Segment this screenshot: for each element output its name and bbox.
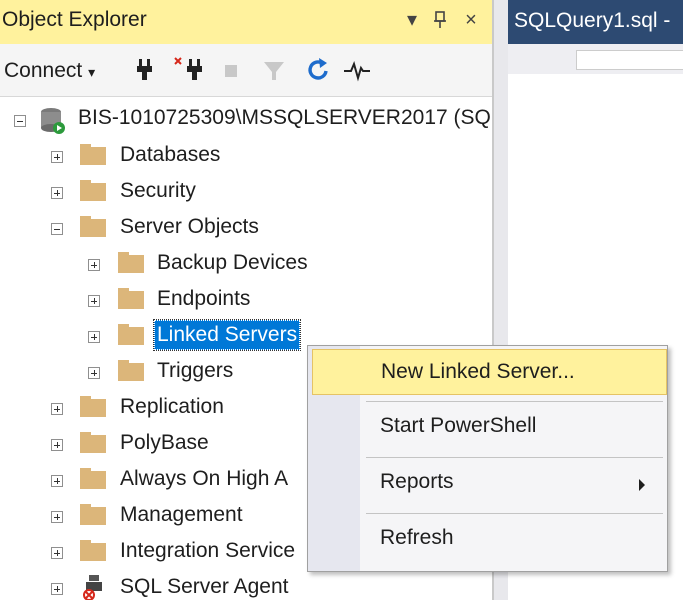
collapse-icon[interactable] bbox=[51, 223, 63, 235]
expand-icon[interactable] bbox=[51, 475, 63, 487]
tree-node-endpoints[interactable]: Endpoints bbox=[0, 283, 492, 317]
folder-icon bbox=[118, 252, 144, 273]
refresh-icon[interactable] bbox=[306, 55, 332, 85]
tree-node-label: Server Objects bbox=[120, 215, 259, 238]
expand-icon[interactable] bbox=[51, 583, 63, 595]
editor-navigation-bar[interactable] bbox=[576, 50, 683, 70]
folder-icon bbox=[80, 396, 106, 417]
menu-item-label: Reports bbox=[380, 470, 454, 493]
server-database-icon bbox=[41, 108, 65, 134]
context-menu: New Linked Server... Start PowerShell Re… bbox=[307, 345, 668, 572]
expand-icon[interactable] bbox=[51, 439, 63, 451]
tree-node-databases[interactable]: Databases bbox=[0, 139, 492, 173]
menu-separator bbox=[366, 401, 663, 402]
folder-icon bbox=[80, 468, 106, 489]
tree-node-label: Endpoints bbox=[157, 287, 251, 310]
stop-icon[interactable] bbox=[222, 55, 240, 85]
disconnect-plug-icon[interactable] bbox=[172, 55, 206, 85]
window-position-dropdown-icon[interactable]: ▾ bbox=[400, 6, 424, 34]
menu-item-refresh[interactable]: Refresh bbox=[308, 518, 667, 564]
editor-header-strip bbox=[508, 44, 683, 74]
menu-item-label: New Linked Server... bbox=[381, 360, 575, 383]
tree-node-label: Integration Service bbox=[120, 539, 296, 562]
tree-node-label: Triggers bbox=[157, 359, 234, 382]
tree-node-label: Backup Devices bbox=[157, 251, 308, 274]
connect-plug-icon[interactable] bbox=[134, 55, 156, 85]
tree-node-server-objects[interactable]: Server Objects bbox=[0, 211, 492, 245]
tree-node-label: Always On High A bbox=[120, 467, 289, 490]
expand-icon[interactable] bbox=[88, 331, 100, 343]
expand-icon[interactable] bbox=[88, 259, 100, 271]
connect-label: Connect bbox=[4, 59, 83, 82]
folder-icon bbox=[80, 216, 106, 237]
close-icon[interactable]: × bbox=[458, 6, 484, 34]
tree-node-label: Linked Servers bbox=[152, 319, 302, 351]
expand-icon[interactable] bbox=[51, 151, 63, 163]
expand-icon[interactable] bbox=[88, 367, 100, 379]
menu-item-label: Refresh bbox=[380, 526, 454, 549]
folder-icon bbox=[118, 288, 144, 309]
pin-icon[interactable] bbox=[428, 6, 452, 38]
tree-node-label: Replication bbox=[120, 395, 224, 418]
tree-node-label: Security bbox=[120, 179, 196, 202]
document-tab-strip: SQLQuery1.sql - bbox=[508, 0, 683, 44]
connect-dropdown-button[interactable]: Connect ▾ bbox=[4, 59, 95, 83]
filter-icon[interactable] bbox=[262, 55, 286, 85]
folder-icon bbox=[80, 180, 106, 201]
tree-node-label: PolyBase bbox=[120, 431, 209, 454]
folder-icon bbox=[80, 432, 106, 453]
tab-sqlquery1[interactable]: SQLQuery1.sql - bbox=[514, 9, 670, 33]
menu-separator bbox=[366, 457, 663, 458]
collapse-icon[interactable] bbox=[14, 115, 26, 127]
menu-item-start-powershell[interactable]: Start PowerShell bbox=[308, 406, 667, 452]
object-explorer-title: Object Explorer bbox=[2, 8, 147, 31]
tree-node-label: Databases bbox=[120, 143, 221, 166]
activity-monitor-icon[interactable] bbox=[342, 55, 372, 85]
tree-node-security[interactable]: Security bbox=[0, 175, 492, 209]
menu-item-label: Start PowerShell bbox=[380, 414, 537, 437]
sql-agent-icon bbox=[83, 575, 102, 600]
folder-icon bbox=[118, 360, 144, 381]
tree-node-label: SQL Server Agent bbox=[120, 575, 289, 598]
menu-item-reports[interactable]: Reports bbox=[308, 462, 667, 508]
expand-icon[interactable] bbox=[51, 403, 63, 415]
menu-item-new-linked-server[interactable]: New Linked Server... bbox=[312, 349, 667, 395]
expand-icon[interactable] bbox=[88, 295, 100, 307]
expand-icon[interactable] bbox=[51, 511, 63, 523]
tree-node-server[interactable]: BIS-1010725309\MSSQLSERVER2017 (SQ bbox=[0, 104, 492, 138]
tree-node-sql-server-agent[interactable]: SQL Server Agent bbox=[0, 571, 492, 600]
menu-separator bbox=[366, 513, 663, 514]
folder-icon bbox=[118, 324, 144, 345]
tree-node-label: Management bbox=[120, 503, 243, 526]
object-explorer-title-bar: Object Explorer ▾ × bbox=[0, 0, 492, 44]
tree-node-backup-devices[interactable]: Backup Devices bbox=[0, 247, 492, 281]
submenu-arrow-icon bbox=[639, 479, 645, 491]
server-label: BIS-1010725309\MSSQLSERVER2017 (SQ bbox=[78, 106, 491, 129]
expand-icon[interactable] bbox=[51, 547, 63, 559]
folder-icon bbox=[80, 144, 106, 165]
folder-icon bbox=[80, 504, 106, 525]
folder-icon bbox=[80, 540, 106, 561]
expand-icon[interactable] bbox=[51, 187, 63, 199]
chevron-down-icon: ▾ bbox=[88, 64, 96, 80]
object-explorer-toolbar: Connect ▾ bbox=[0, 44, 492, 97]
